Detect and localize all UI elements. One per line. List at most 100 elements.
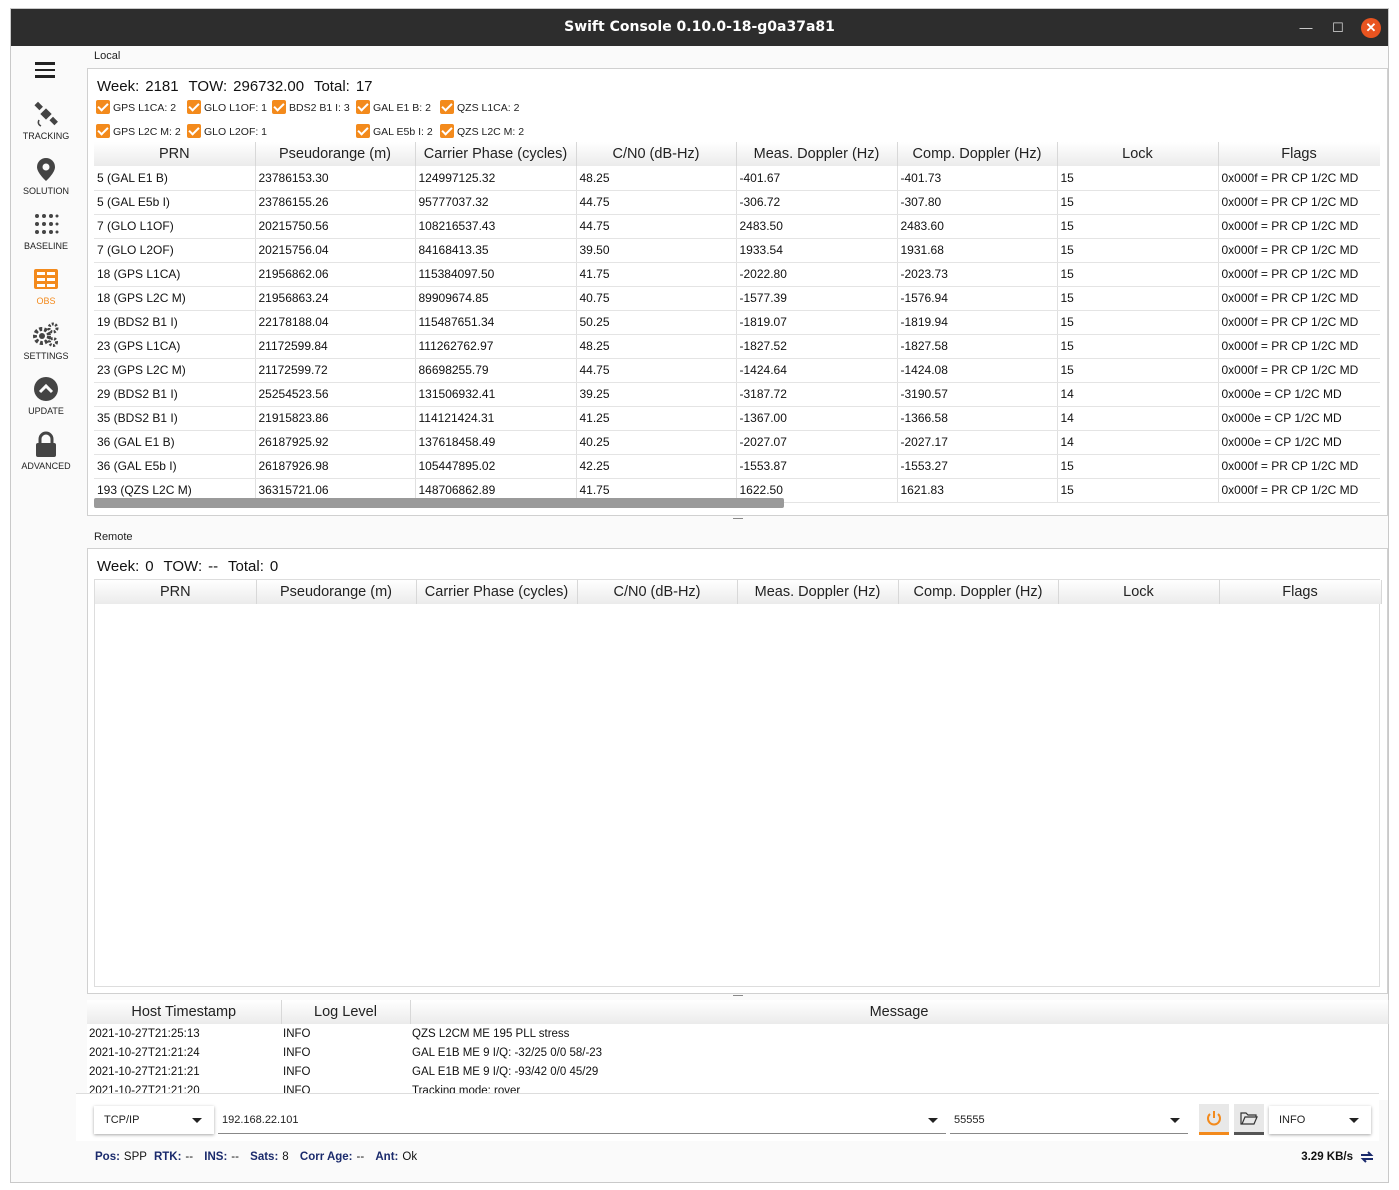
filter-checkbox[interactable]: GPS L2C M: 2 [96, 124, 181, 139]
column-header[interactable]: Message [410, 1000, 1389, 1024]
table-cell: 14 [1057, 406, 1219, 431]
column-header[interactable]: PRN [94, 142, 256, 166]
table-cell: 25254523.56 [255, 382, 416, 407]
table-row[interactable]: 35 (BDS2 B1 I) 21915823.86 114121424.31 41.… [94, 406, 1380, 431]
hamburger-menu-icon[interactable] [35, 62, 55, 78]
table-row[interactable]: 19 (BDS2 B1 I) 22178188.04 115487651.34 50.… [94, 310, 1380, 335]
column-header[interactable]: Pseudorange (m) [255, 142, 416, 166]
sidebar-item-baseline[interactable]: BASELINE [11, 211, 81, 261]
close-button[interactable]: ✕ [1361, 18, 1381, 38]
host-input[interactable]: 192.168.22.101 [218, 1106, 946, 1134]
table-cell: 2483.50 [736, 214, 898, 239]
filter-checkbox[interactable]: BDS2 B1 I: 3 [272, 100, 350, 115]
column-header[interactable]: Meas. Doppler (Hz) [737, 580, 899, 604]
filter-checkbox[interactable]: GPS L1CA: 2 [96, 100, 176, 115]
filter-label: GAL E1 B: 2 [373, 102, 431, 114]
table-cell: 0x000f = PR CP 1/2C MD [1218, 358, 1380, 383]
column-header[interactable]: Flags [1218, 142, 1380, 166]
log-row[interactable]: 2021-10-27T21:21:24 INFO GAL E1B ME 9 I/Q:… [87, 1043, 1388, 1062]
column-header[interactable]: PRN [95, 580, 257, 604]
column-header[interactable]: Meas. Doppler (Hz) [736, 142, 898, 166]
table-row[interactable]: 23 (GPS L1CA) 21172599.84 111262762.97 48.2… [94, 334, 1380, 359]
table-row[interactable]: 36 (GAL E5b I) 26187926.98 105447895.02 42.… [94, 454, 1380, 479]
column-header[interactable]: C/N0 (dB-Hz) [577, 580, 738, 604]
table-row[interactable]: 18 (GPS L2C M) 21956863.24 89909674.85 40.7… [94, 286, 1380, 311]
column-header[interactable]: Log Level [281, 1000, 411, 1024]
table-cell: -2022.80 [736, 262, 898, 287]
connection-bar: TCP/IP 192.168.22.101 55555 INFO [76, 1093, 1379, 1141]
filter-checkbox[interactable]: GAL E5b I: 2 [356, 124, 433, 139]
open-file-button[interactable] [1234, 1104, 1264, 1135]
table-row[interactable]: 7 (GLO L2OF) 20215756.04 84168413.35 39.50 1… [94, 238, 1380, 263]
column-header[interactable]: C/N0 (dB-Hz) [576, 142, 737, 166]
column-header[interactable]: Comp. Doppler (Hz) [897, 142, 1058, 166]
table-cell: -1424.08 [897, 358, 1058, 383]
remote-table-viewport[interactable]: PRN Pseudorange (m) Carrier Phase (cycles)… [94, 579, 1382, 987]
column-header[interactable]: Comp. Doppler (Hz) [898, 580, 1059, 604]
checkbox-checked-icon [440, 100, 454, 114]
table-row[interactable]: 5 (GAL E5b I) 23786155.26 95777037.32 44.75… [94, 190, 1380, 215]
table-row[interactable]: 36 (GAL E1 B) 26187925.92 137618458.49 40.2… [94, 430, 1380, 455]
table-cell: 89909674.85 [415, 286, 577, 311]
port-input[interactable]: 55555 [950, 1106, 1188, 1134]
log-row[interactable]: 2021-10-27T21:21:21 INFO GAL E1B ME 9 I/Q:… [87, 1062, 1388, 1081]
filter-checkbox[interactable]: QZS L1CA: 2 [440, 100, 519, 115]
chevron-down-icon [928, 1118, 938, 1123]
table-row[interactable]: 23 (GPS L2C M) 21172599.72 86698255.79 44.7… [94, 358, 1380, 383]
column-header[interactable]: Host Timestamp [87, 1000, 282, 1024]
sidebar-item-update[interactable]: UPDATE [11, 376, 81, 426]
table-cell: -1424.64 [736, 358, 898, 383]
column-header[interactable]: Pseudorange (m) [256, 580, 417, 604]
table-cell: 124997125.32 [415, 166, 577, 191]
connection-type-dropdown[interactable]: TCP/IP [94, 1106, 214, 1134]
panel-splitter[interactable] [87, 993, 1388, 999]
sidebar-item-solution[interactable]: SOLUTION [11, 156, 81, 206]
horizontal-scrollbar[interactable] [94, 498, 784, 508]
table-cell: 0x000e = CP 1/2C MD [1218, 382, 1380, 407]
sidebar-item-settings[interactable]: SETTINGS [11, 321, 81, 371]
table-cell: 36 (GAL E5b I) [94, 454, 256, 479]
panel-splitter[interactable] [87, 516, 1388, 522]
minimize-button[interactable]: — [1296, 18, 1316, 38]
table-row[interactable]: 18 (GPS L1CA) 21956862.06 115384097.50 41.7… [94, 262, 1380, 287]
sidebar-item-tracking[interactable]: TRACKING [11, 101, 81, 151]
column-header[interactable]: Flags [1219, 580, 1382, 604]
column-header[interactable]: Carrier Phase (cycles) [415, 142, 577, 166]
log-level-dropdown[interactable]: INFO [1269, 1106, 1371, 1134]
table-row[interactable]: 5 (GAL E1 B) 23786153.30 124997125.32 48.25… [94, 166, 1380, 191]
connect-power-button[interactable] [1199, 1104, 1229, 1135]
checkbox-checked-icon [96, 124, 110, 138]
table-cell: 105447895.02 [415, 454, 577, 479]
column-header[interactable]: Lock [1057, 142, 1219, 166]
sidebar-item-label: SETTINGS [23, 351, 69, 361]
table-row[interactable]: 7 (GLO L1OF) 20215750.56 108216537.43 44.75… [94, 214, 1380, 239]
table-cell: 48.25 [576, 334, 737, 359]
table-cell: 0x000f = PR CP 1/2C MD [1218, 238, 1380, 263]
maximize-button[interactable]: ☐ [1328, 18, 1348, 38]
filter-checkbox[interactable]: GLO L2OF: 1 [187, 124, 267, 139]
sidebar-item-label: BASELINE [23, 241, 69, 251]
column-header[interactable]: Carrier Phase (cycles) [416, 580, 578, 604]
table-row[interactable]: 29 (BDS2 B1 I) 25254523.56 131506932.41 39.… [94, 382, 1380, 407]
total-value: 0 [269, 558, 279, 575]
filter-label: GLO L2OF: 1 [204, 126, 268, 138]
log-table: Host Timestamp Log Level Message 2021-10-2… [87, 1000, 1389, 1100]
table-cell: 108216537.43 [415, 214, 577, 239]
table-cell: 111262762.97 [415, 334, 577, 359]
table-cell: 23 (GPS L1CA) [94, 334, 256, 359]
log-cell: 2021-10-27T21:25:13 [89, 1027, 200, 1040]
table-cell: 44.75 [576, 190, 737, 215]
table-cell: 14 [1057, 430, 1219, 455]
sidebar-item-advanced[interactable]: ADVANCED [11, 431, 81, 481]
table-cell: 131506932.41 [415, 382, 577, 407]
filter-checkbox[interactable]: GAL E1 B: 2 [356, 100, 431, 115]
sidebar-item-obs[interactable]: OBS [11, 266, 81, 316]
column-header[interactable]: Lock [1058, 580, 1220, 604]
filter-checkbox[interactable]: GLO L1OF: 1 [187, 100, 267, 115]
filter-checkbox[interactable]: QZS L2C M: 2 [440, 124, 524, 139]
local-table-viewport[interactable]: PRN Pseudorange (m) Carrier Phase (cycles)… [94, 142, 1380, 512]
filter-label: GAL E5b I: 2 [373, 126, 433, 138]
table-cell: -2027.17 [897, 430, 1058, 455]
table-cell: 15 [1057, 334, 1219, 359]
log-row[interactable]: 2021-10-27T21:25:13 INFO QZS L2CM ME 195 P… [87, 1024, 1388, 1043]
